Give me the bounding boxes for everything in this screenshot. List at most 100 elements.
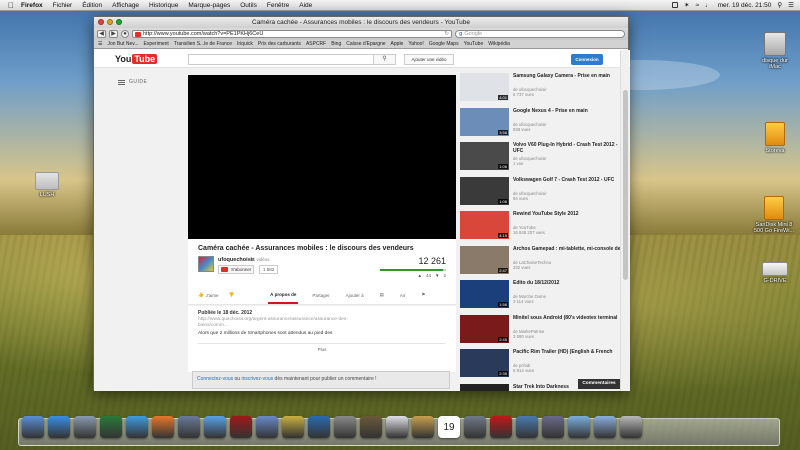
bluetooth-icon[interactable]: ✶	[684, 1, 689, 9]
app-store-icon[interactable]	[48, 416, 70, 438]
video-thumbnail[interactable]	[460, 383, 509, 391]
channel-avatar[interactable]	[198, 256, 214, 272]
bookmark[interactable]: Yahoo!	[408, 41, 423, 47]
bookmark[interactable]: Google Maps	[429, 41, 459, 47]
calendar-icon[interactable]: 19	[438, 416, 460, 438]
bookmark[interactable]: Experiment	[144, 41, 169, 47]
home-icon[interactable]: ●	[121, 30, 129, 38]
desktop-icon-lush[interactable]: LUSH	[30, 172, 64, 198]
firefox-icon[interactable]	[152, 416, 174, 438]
suggested-video[interactable]: 1:58 Edito du 18/12/2012 de Marche Dome 3 1…	[460, 280, 620, 315]
minimize-icon[interactable]	[107, 19, 113, 25]
utilities-icon[interactable]	[516, 416, 538, 438]
window-titlebar[interactable]: Caméra cachée - Assurances mobiles : le …	[94, 17, 628, 28]
folder-icon[interactable]	[568, 416, 590, 438]
tools-icon[interactable]	[464, 416, 486, 438]
tab-about[interactable]: À propos de	[268, 287, 299, 304]
video-thumbnail[interactable]: 2:45	[460, 314, 509, 343]
tab-share[interactable]: Partager	[310, 288, 331, 303]
zoom-icon[interactable]	[116, 19, 122, 25]
video-thumbnail[interactable]: 4:01	[460, 73, 509, 101]
page-scrollbar[interactable]	[620, 50, 629, 391]
tab-add-to[interactable]: Ajouter à	[344, 288, 366, 303]
downloads-icon[interactable]	[594, 416, 616, 438]
books-icon[interactable]	[360, 416, 382, 438]
video-thumbnail[interactable]: 1:06	[460, 142, 509, 170]
music-icon[interactable]	[542, 416, 564, 438]
bookmark[interactable]: Iriquick	[237, 41, 253, 47]
desktop-icon-storeva[interactable]: Storeva	[752, 122, 798, 154]
suggested-video[interactable]: 1:08 Volkswagen Golf 7 - Crash Test 2012 …	[460, 176, 623, 212]
bookmark[interactable]: Caisse d'Epargne	[346, 41, 385, 47]
quicktime-icon[interactable]	[308, 416, 330, 438]
suggested-video-title[interactable]: Volvo V60 Plug-In Hybrid - Crash Test 20…	[513, 142, 623, 154]
system-icon[interactable]	[74, 416, 96, 438]
scrollbar-thumb[interactable]	[623, 90, 628, 280]
forward-button[interactable]: ▶	[109, 30, 118, 38]
login-link[interactable]: Connectez-vous	[197, 376, 233, 382]
desktop-icon-hdd[interactable]: disque dur iMac	[752, 32, 798, 70]
video-thumbnail[interactable]: 1:58	[460, 280, 509, 308]
bookmark[interactable]: Transilien S...le de France	[174, 41, 232, 47]
comments-button[interactable]: Commentaires	[578, 379, 620, 389]
clock-icon[interactable]	[100, 416, 122, 438]
menu-firefox[interactable]: Firefox	[21, 2, 43, 9]
show-more-button[interactable]: Plus	[198, 343, 446, 352]
bookmark[interactable]: Prix des carburants	[258, 41, 301, 47]
suggested-video-title[interactable]: Samsung Galaxy Camera - Prise en main	[513, 73, 623, 79]
menu-fichier[interactable]: Fichier	[53, 2, 73, 9]
youtube-logo[interactable]: You Tube	[115, 54, 158, 64]
contacts-icon[interactable]	[412, 416, 434, 438]
youtube-search-input[interactable]	[188, 54, 396, 65]
suggested-video[interactable]: 4:01 Samsung Galaxy Camera - Prise en mai…	[460, 73, 620, 108]
video-thumbnail[interactable]: 4:15	[460, 211, 509, 239]
register-link[interactable]: inscrivez-vous	[241, 376, 273, 382]
suggested-video-title[interactable]: Volkswagen Golf 7 - Crash Test 2012 - UF…	[513, 177, 623, 183]
video-thumbnail[interactable]: 2:47	[460, 245, 509, 274]
desktop-icon-sandisk[interactable]: SanDisk Mini 8 500 Go FireWi...	[748, 196, 800, 234]
suggested-video[interactable]: 3:58 Google Nexus 4 - Prise en main de ufo…	[460, 107, 623, 143]
clock-text[interactable]: mer. 19 déc. 21:50	[718, 2, 772, 9]
close-icon[interactable]	[98, 19, 104, 25]
mail-icon[interactable]	[386, 416, 408, 438]
game-icon[interactable]	[282, 416, 304, 438]
url-bar[interactable]: http://www.youtube.com/watch?v=PE1PKHj6C…	[132, 30, 452, 38]
suggested-video[interactable]: 2:45 Minitel sous Android (80's videotex …	[460, 314, 623, 350]
finder-icon[interactable]	[22, 416, 44, 438]
reload-icon[interactable]: ↻	[444, 31, 449, 37]
suggested-video[interactable]: 1:06 Volvo V60 Plug-In Hybrid - Crash Tes…	[460, 142, 620, 177]
subscribe-button[interactable]: S'abonner	[218, 265, 255, 274]
stats-icon[interactable]: ▤	[378, 287, 386, 303]
timemachine-icon[interactable]	[672, 2, 679, 8]
wifi-icon[interactable]: ≈	[695, 2, 699, 9]
menu-affichage[interactable]: Affichage	[112, 2, 139, 9]
tab-air[interactable]: Air	[398, 288, 408, 303]
back-button[interactable]: ◀	[97, 30, 106, 38]
spotlight-icon[interactable]: ⚲	[777, 1, 782, 9]
guide-button[interactable]: GUIDE	[118, 79, 147, 85]
bookmark[interactable]: YouTube	[464, 41, 484, 47]
suggested-video-title[interactable]: Archos Gamepad : mi-tablette, mi-console…	[513, 246, 623, 252]
video-player[interactable]	[188, 75, 456, 239]
suggested-video[interactable]: 2:47 Archos Gamepad : mi-tablette, mi-con…	[460, 245, 623, 281]
connexion-button[interactable]: Connexion	[571, 54, 603, 65]
notifications-icon[interactable]: ☰	[788, 1, 794, 9]
menu-marque-pages[interactable]: Marque-pages	[188, 2, 230, 9]
apple-icon[interactable]: 	[6, 1, 16, 10]
photos-icon[interactable]	[178, 416, 200, 438]
suggested-video-title[interactable]: Minitel sous Android (80's videotex term…	[513, 315, 623, 321]
video-thumbnail[interactable]: 3:58	[460, 107, 509, 136]
suggested-video-title[interactable]: Google Nexus 4 - Prise en main	[513, 108, 623, 114]
suggested-video[interactable]: 4:15 Rewind YouTube Style 2012 de YouTube 1…	[460, 211, 620, 246]
bookmark[interactable]: ASPCRF	[306, 41, 326, 47]
flag-icon[interactable]: ⚑	[419, 287, 427, 303]
preview-icon[interactable]	[256, 416, 278, 438]
bookmark[interactable]: Jon But Nev...	[107, 41, 138, 47]
suggested-video-title[interactable]: Edito du 18/12/2012	[513, 280, 623, 286]
description-link[interactable]: http://www.quechoisir.org/argent-assuran…	[198, 317, 368, 329]
bookmark[interactable]: Apple	[391, 41, 404, 47]
menu-outils[interactable]: Outils	[240, 2, 257, 9]
search-bar[interactable]: g Google	[455, 30, 625, 38]
upload-button[interactable]: Ajouter une vidéo	[404, 54, 454, 65]
menu-edition[interactable]: Édition	[82, 2, 102, 9]
